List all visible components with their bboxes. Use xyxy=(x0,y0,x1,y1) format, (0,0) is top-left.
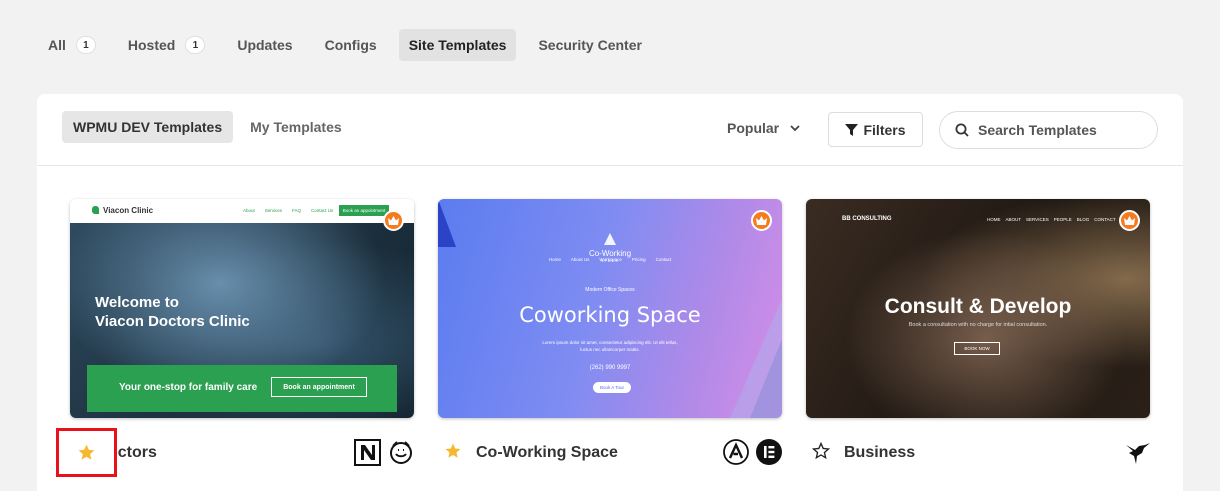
nav-tab-label: Hosted xyxy=(127,37,176,53)
nav-tab-label: Configs xyxy=(324,37,377,53)
template-preview[interactable]: Viacon Clinic About Services FAQ Contact Us… xyxy=(70,199,414,418)
preview-heading: Consult & Develop xyxy=(884,295,1072,318)
preview-nav-item: Workspace xyxy=(599,257,622,262)
preview-nav-item: SERVICES xyxy=(1026,217,1049,222)
preview-button: BOOK NOW xyxy=(954,342,1000,355)
count-badge: 1 xyxy=(185,36,206,54)
search-templates[interactable] xyxy=(939,111,1158,149)
template-card-doctors[interactable]: Viacon Clinic About Services FAQ Contact Us… xyxy=(70,199,414,466)
highlight-box xyxy=(56,428,117,477)
nav-tab-label: Site Templates xyxy=(408,37,507,53)
preview-heading-line: Welcome to xyxy=(95,294,179,311)
preview-heading: Welcome to Viacon Doctors Clinic xyxy=(95,293,250,331)
preview-nav: About Services FAQ Contact Us xyxy=(243,208,343,213)
builder-icons xyxy=(347,439,414,466)
preview-nav-item: Contact Us xyxy=(311,208,334,213)
preview-nav-item: FAQ xyxy=(292,208,302,213)
preview-brand: BB CONSULTING xyxy=(842,216,892,222)
beaver-icon xyxy=(390,441,412,464)
template-title: Business xyxy=(844,444,916,461)
nav-tab-label: All xyxy=(48,37,66,53)
nav-tab-updates[interactable]: Updates xyxy=(227,29,302,61)
preview-cta-text: Your one-stop for family care xyxy=(119,382,258,393)
template-card-business[interactable]: BB CONSULTING HOME ABOUT SERVICES PEOPLE BLO… xyxy=(806,199,1150,464)
hummingbird-icon xyxy=(1126,443,1150,464)
builder-icons xyxy=(716,439,782,465)
preview-nav-item: About xyxy=(243,208,255,213)
preview-nav-item: Pricing xyxy=(631,257,646,262)
preview-nav-item: CONTACT xyxy=(1094,217,1116,222)
star-filled-icon[interactable] xyxy=(444,442,462,460)
preview-heading-line: Viacon Doctors Clinic xyxy=(95,313,250,330)
preview-nav-item: HOME xyxy=(987,217,1001,222)
top-nav: All 1 Hosted 1 Updates Configs Site Temp… xyxy=(38,29,664,61)
astra-icon xyxy=(723,439,749,465)
preview-phone: (262) 990 9997 xyxy=(589,365,631,371)
template-card-co-working-space[interactable]: Co-Working SPACE Home About Us Workspace Pr… xyxy=(438,199,782,465)
sort-label: Popular xyxy=(727,120,780,136)
preview-nav: HOME ABOUT SERVICES PEOPLE BLOG CONTACT xyxy=(987,217,1121,222)
nav-tab-security-center[interactable]: Security Center xyxy=(528,29,651,61)
search-icon xyxy=(955,123,969,137)
sail-icon xyxy=(604,233,616,245)
card-footer: Co-Working Space xyxy=(438,437,782,467)
filters-button[interactable]: Filters xyxy=(828,112,923,147)
panel-header: WPMU DEV Templates My Templates Popular … xyxy=(37,94,1183,166)
pro-crown-icon xyxy=(1119,210,1140,231)
template-title: Co-Working Space xyxy=(476,444,618,461)
card-footer: octors xyxy=(70,437,414,467)
preview-nav: Home About Us Workspace Pricing Contact xyxy=(438,257,782,262)
preview-description: Lorem ipsum dolor sit amet, consectetur … xyxy=(542,340,678,352)
pro-crown-icon xyxy=(751,210,772,231)
pro-crown-icon xyxy=(383,210,404,231)
preview-heading: Coworking Space xyxy=(519,303,701,327)
preview-nav-button: Book an appointment xyxy=(339,205,389,216)
preview-nav-item: ABOUT xyxy=(1005,217,1022,222)
builder-icons xyxy=(1117,439,1150,465)
preview-nav-item: Services xyxy=(264,208,283,213)
preview-logo: Viacon Clinic xyxy=(92,206,153,215)
tab-my-templates[interactable]: My Templates xyxy=(239,111,353,143)
preview-kicker: Modern Office Spaces xyxy=(585,287,635,293)
nav-tab-label: Updates xyxy=(237,37,293,53)
preview-nav-item: BLOG xyxy=(1076,217,1090,222)
star-outline-icon[interactable] xyxy=(812,442,830,460)
nav-tab-all[interactable]: All 1 xyxy=(38,29,106,61)
nav-tab-hosted[interactable]: Hosted 1 xyxy=(118,29,215,61)
tab-wpmu-dev-templates[interactable]: WPMU DEV Templates xyxy=(62,111,234,143)
elementor-icon xyxy=(756,439,782,465)
template-preview[interactable]: BB CONSULTING HOME ABOUT SERVICES PEOPLE BLO… xyxy=(806,199,1150,418)
preview-nav-item: Home xyxy=(548,257,561,262)
template-source-tabs: WPMU DEV Templates My Templates xyxy=(62,111,359,143)
chevron-down-icon xyxy=(790,125,800,132)
sort-dropdown[interactable]: Popular xyxy=(727,112,801,144)
star-filled-icon[interactable] xyxy=(77,443,96,462)
search-input[interactable] xyxy=(978,122,1138,138)
preview-button: Book A Tour xyxy=(593,382,631,393)
preview-subheading: Book a consultation with no charge for i… xyxy=(908,322,1048,328)
card-footer: Business xyxy=(806,437,1150,467)
filters-label: Filters xyxy=(863,121,906,138)
divi-icon xyxy=(354,439,381,466)
preview-nav-item: PEOPLE xyxy=(1053,217,1072,222)
preview-cta-button: Book an appointment xyxy=(271,377,367,397)
preview-nav-item: Contact xyxy=(655,257,672,262)
filter-icon xyxy=(845,123,859,136)
count-badge: 1 xyxy=(75,36,96,54)
preview-nav-item: About Us xyxy=(570,257,590,262)
nav-tab-configs[interactable]: Configs xyxy=(315,29,387,61)
template-preview[interactable]: Co-Working SPACE Home About Us Workspace Pr… xyxy=(438,199,782,418)
nav-tab-site-templates[interactable]: Site Templates xyxy=(398,29,517,61)
nav-tab-label: Security Center xyxy=(538,37,642,53)
